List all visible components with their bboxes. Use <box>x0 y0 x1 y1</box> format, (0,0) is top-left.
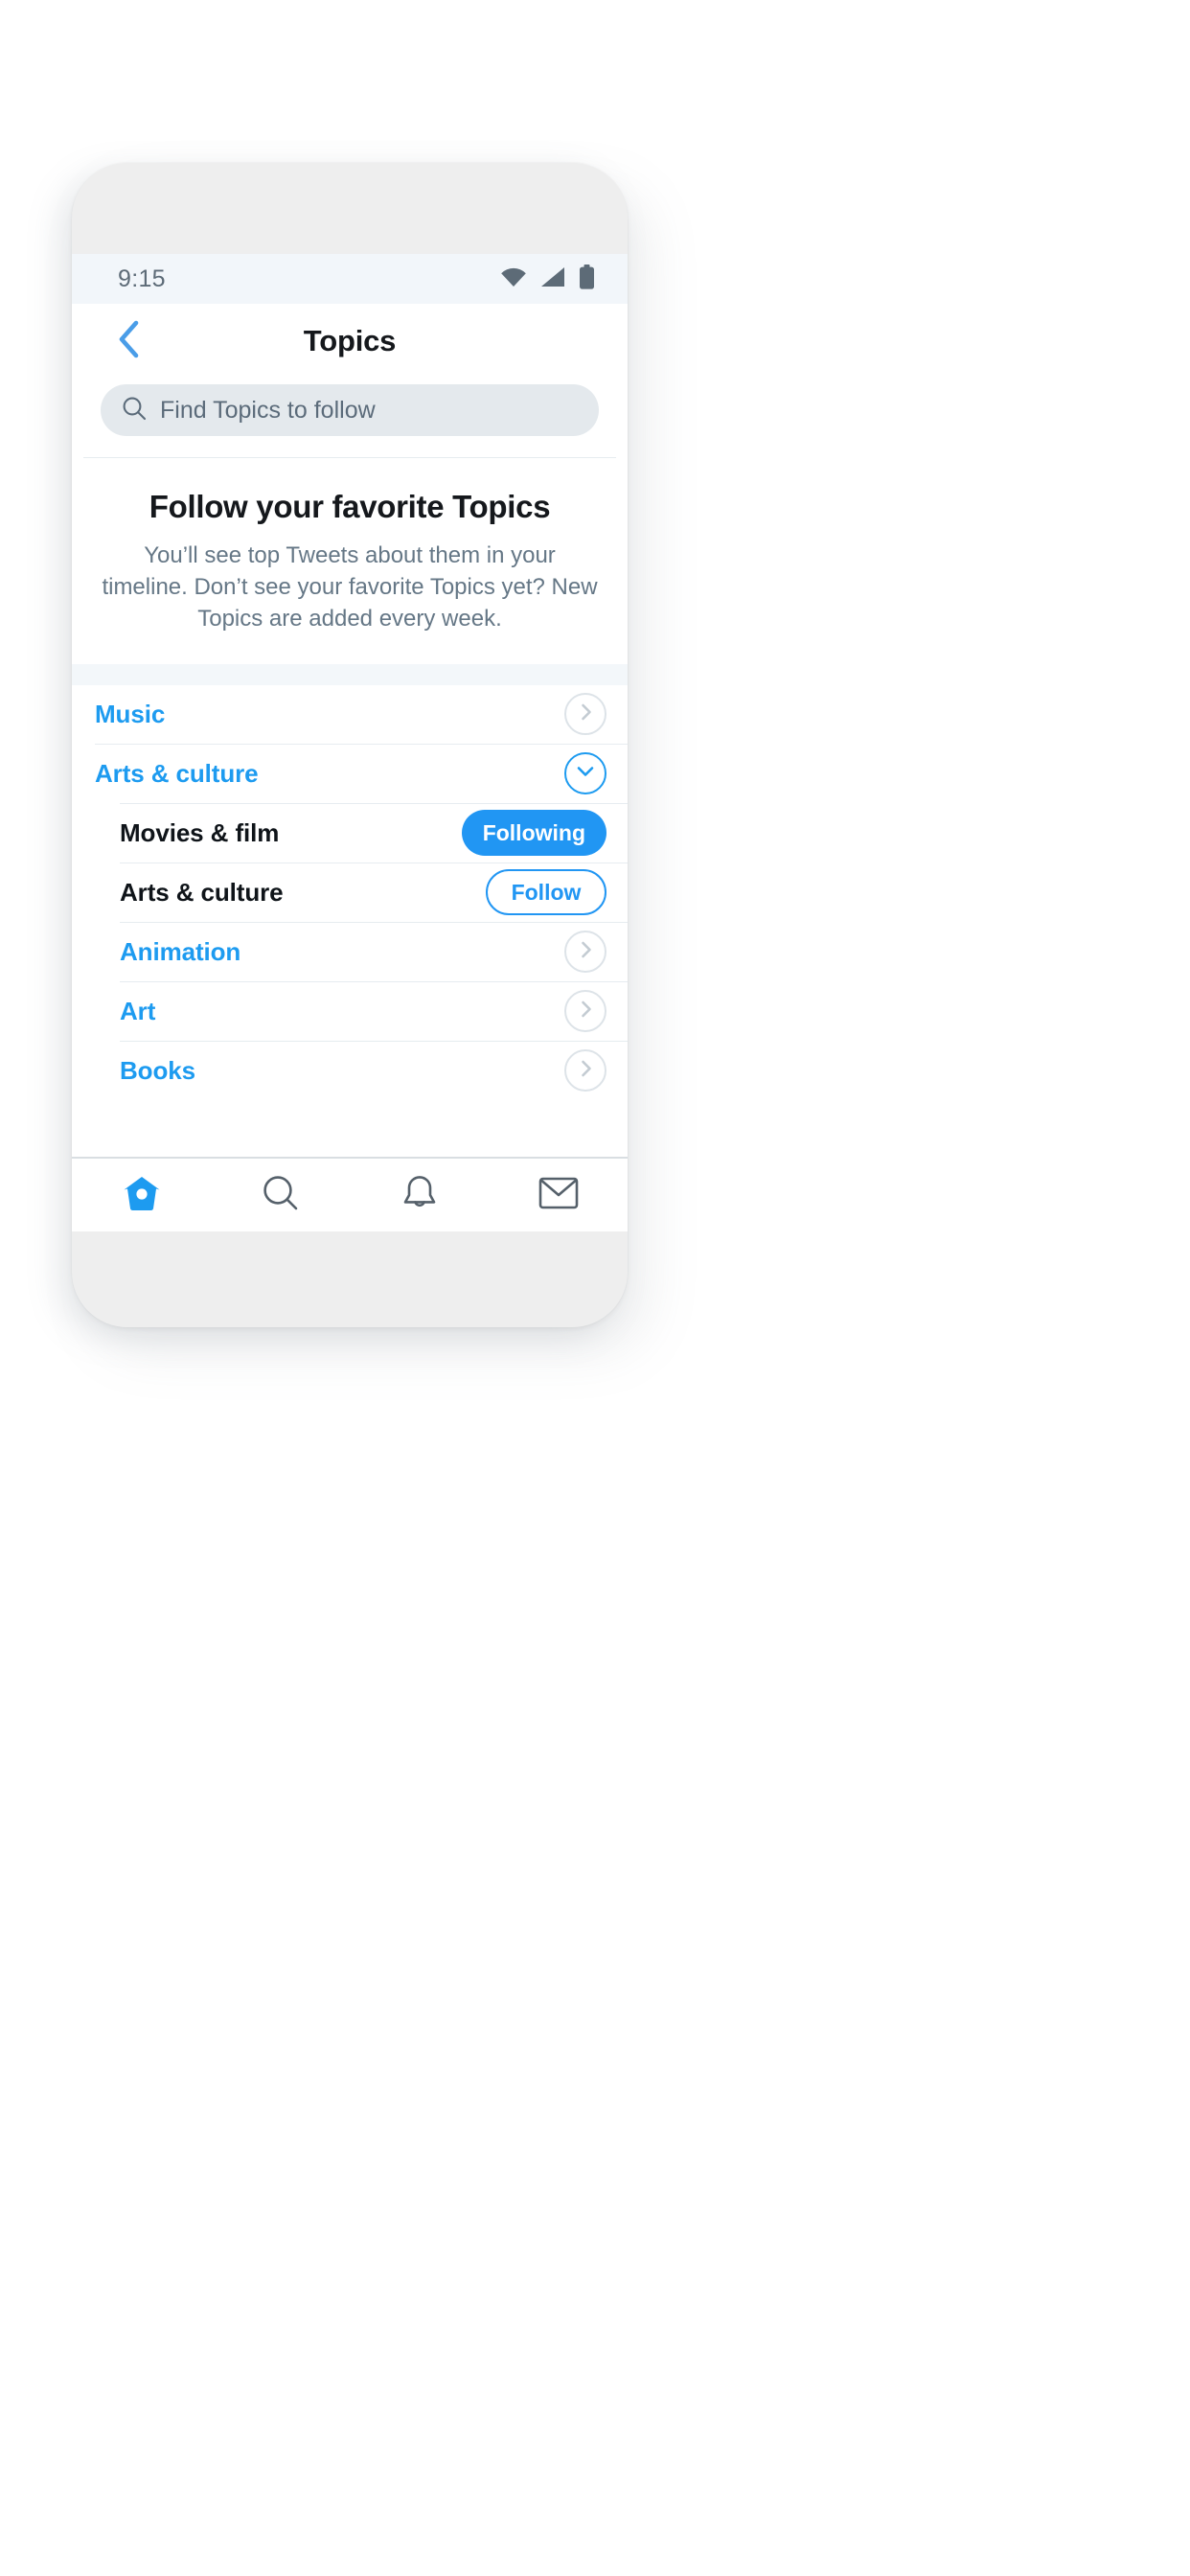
topic-row[interactable]: Music <box>72 684 628 744</box>
topic-row[interactable]: Art <box>72 981 628 1041</box>
topic-row[interactable]: Books <box>72 1041 628 1100</box>
bottom-navigation-bar <box>72 1157 628 1231</box>
button-label: Following <box>482 819 585 845</box>
topic-row-label: Books <box>120 1055 195 1085</box>
topic-row[interactable]: Movies & film Following <box>72 803 628 862</box>
topic-row-label: Music <box>95 699 166 728</box>
topic-row-label: Movies & film <box>120 817 280 847</box>
follow-button[interactable]: Follow <box>486 869 606 916</box>
status-bar-time: 9:15 <box>118 264 166 292</box>
collapse-topic-button[interactable] <box>564 752 606 795</box>
phone-screen: 9:15 Topics Find Topics to follow Follow… <box>72 254 628 1231</box>
expand-topic-button[interactable] <box>564 693 606 736</box>
battery-icon <box>579 264 595 294</box>
home-icon <box>123 1175 161 1216</box>
chevron-left-icon <box>116 319 141 364</box>
app-header: Topics <box>72 304 628 379</box>
phone-mockup-frame: 9:15 Topics Find Topics to follow Follow… <box>72 163 628 1327</box>
envelope-icon <box>538 1177 579 1214</box>
topic-list: Music Arts & culture Movies & film Followin… <box>72 684 628 1100</box>
status-bar: 9:15 <box>72 254 628 304</box>
topic-row[interactable]: Arts & culture Follow <box>72 862 628 922</box>
topic-row-label: Art <box>120 996 156 1025</box>
search-section <box>72 379 628 457</box>
topic-row-label: Arts & culture <box>120 877 284 907</box>
search-icon <box>122 396 147 426</box>
chevron-right-icon <box>574 1057 597 1085</box>
status-bar-icons <box>500 264 595 294</box>
nav-item-search[interactable] <box>211 1159 350 1231</box>
search-input[interactable] <box>160 396 578 425</box>
nav-item-messages[interactable] <box>489 1159 628 1231</box>
section-spacer <box>72 663 628 685</box>
intro-body: You’ll see top Tweets about them in your… <box>102 542 598 632</box>
cellular-signal-icon <box>540 266 565 292</box>
expand-topic-button[interactable] <box>564 990 606 1033</box>
intro-title: Follow your favorite Topics <box>149 489 551 524</box>
search-bar[interactable] <box>101 384 599 436</box>
expand-topic-button[interactable] <box>564 931 606 974</box>
topic-row-label: Animation <box>120 936 241 966</box>
nav-item-home[interactable] <box>72 1159 211 1231</box>
wifi-icon <box>500 266 527 292</box>
chevron-right-icon <box>574 998 597 1025</box>
bell-icon <box>402 1174 437 1217</box>
topic-row-label: Arts & culture <box>95 758 259 788</box>
search-icon <box>262 1174 300 1217</box>
following-button[interactable]: Following <box>461 810 606 857</box>
back-button[interactable] <box>93 304 164 379</box>
nav-item-notifications[interactable] <box>350 1159 489 1231</box>
chevron-right-icon <box>574 701 597 728</box>
expand-topic-button[interactable] <box>564 1049 606 1092</box>
button-label: Follow <box>511 879 582 905</box>
topic-row[interactable]: Arts & culture <box>72 744 628 803</box>
chevron-down-icon <box>574 760 597 788</box>
intro-section: Follow your favorite Topics You’ll see t… <box>72 458 628 664</box>
chevron-right-icon <box>574 938 597 966</box>
topic-row[interactable]: Animation <box>72 922 628 981</box>
